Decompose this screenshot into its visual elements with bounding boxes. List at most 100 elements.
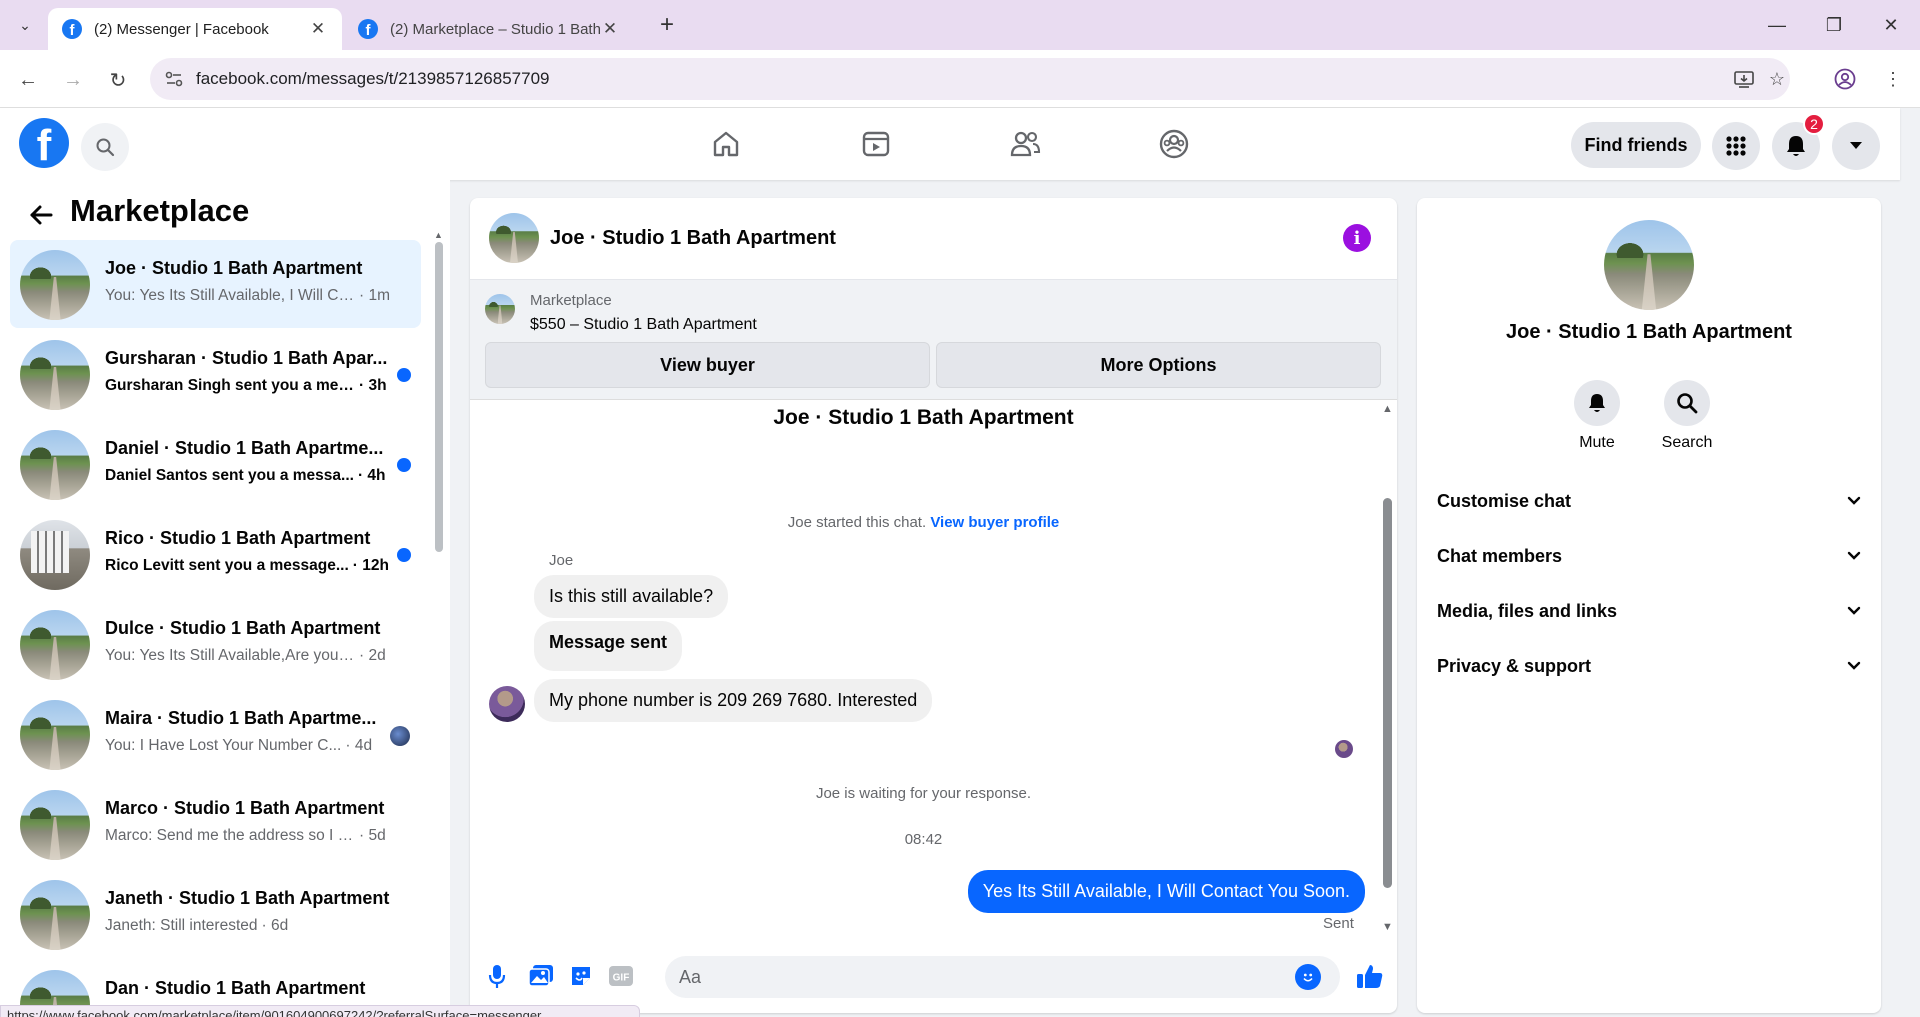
preview-time: · 2d [359,647,386,664]
sticker-icon[interactable] [567,962,595,990]
facebook-favicon-icon: f [62,19,82,39]
conversation-name: Marco · Studio 1 Bath Apartment [105,798,385,818]
scroll-down-arrow-icon[interactable]: ▼ [1382,921,1393,933]
tab-close-icon[interactable]: ✕ [308,19,328,39]
chat-title[interactable]: Joe · Studio 1 Bath Apartment [550,227,836,250]
chat-info-panel: Joe · Studio 1 Bath Apartment Mute Searc… [1417,198,1881,1013]
chat-members-section[interactable]: Chat members [1437,536,1861,576]
view-buyer-button[interactable]: View buyer [485,342,930,388]
tab-marketplace[interactable]: f (2) Marketplace – Studio 1 Bath ✕ [344,8,634,50]
nav-video[interactable] [851,120,901,168]
conversation-name: Dulce · Studio 1 Bath Apartment [105,618,381,638]
listing-thumbnail[interactable] [485,294,515,324]
thumbs-up-icon[interactable] [1355,962,1385,990]
chat-avatar[interactable] [489,213,539,263]
url-text: facebook.com/messages/t/2139857126857709 [196,69,550,88]
section-label: Privacy & support [1437,655,1592,676]
chevron-down-icon [1847,493,1861,509]
message-input[interactable] [679,956,1279,998]
site-info-icon[interactable] [164,69,184,89]
back-button[interactable]: ← [13,65,43,95]
preview-text: Rico Levitt sent you a message... [105,557,349,574]
message-bubble[interactable]: Is this still available? [534,575,729,618]
account-menu-button[interactable] [1832,122,1880,170]
thread-scrollbar[interactable]: ▲ ▼ [1381,403,1393,936]
contact-avatar[interactable] [1604,220,1694,310]
browser-menu-icon[interactable]: ⋮ [1880,66,1906,92]
microphone-icon[interactable] [483,962,511,990]
home-icon [713,131,739,157]
mute-action[interactable]: Mute [1562,380,1632,452]
conversation-item[interactable]: Joe · Studio 1 Bath Apartment You: Yes It… [10,240,421,328]
conversation-avatar [20,520,90,590]
conversation-preview: Janeth: Still interested · 6d [105,917,405,935]
conversation-name: Gursharan · Studio 1 Bath Apar... [105,348,388,368]
conversation-item[interactable]: Gursharan · Studio 1 Bath Apar... Gurshar… [10,330,421,418]
info-icon[interactable]: i [1343,224,1371,252]
more-options-button[interactable]: More Options [936,342,1381,388]
conversation-name: Maira · Studio 1 Bath Apartme... [105,708,377,728]
conversation-preview: Daniel Santos sent you a messa... · 4h [105,467,405,485]
emoji-icon[interactable] [1295,964,1321,990]
nav-home[interactable] [701,120,751,168]
search-icon[interactable] [1664,380,1710,426]
conversation-item[interactable]: Dulce · Studio 1 Bath Apartment You: Yes … [10,600,421,688]
scrollbar-thumb[interactable] [435,242,443,552]
find-friends-button[interactable]: Find friends [1571,122,1701,168]
nav-groups[interactable] [1149,120,1199,168]
preview-time: · 4d [345,737,373,754]
tab-close-icon[interactable]: ✕ [600,19,620,39]
tab-messenger[interactable]: f (2) Messenger | Facebook ✕ [48,8,342,50]
conversation-preview: You: Yes Its Still Available,Are you in.… [105,647,405,665]
gif-icon[interactable]: GIF [607,962,635,990]
scroll-up-arrow-icon[interactable]: ▲ [1382,403,1393,415]
message-composer: GIF [470,943,1397,1013]
conversation-avatar [20,430,90,500]
facebook-logo[interactable]: f [19,118,69,168]
tab-search-dropdown[interactable]: ⌄ [12,13,38,37]
conversation-item[interactable]: Daniel · Studio 1 Bath Apartme... Daniel … [10,420,421,508]
address-bar[interactable]: facebook.com/messages/t/2139857126857709… [150,58,1790,100]
preview-time: · 4h [357,467,386,484]
media-files-links-section[interactable]: Media, files and links [1437,591,1861,631]
conversation-preview: Marco: Send me the address so I c... · 5d [105,827,405,845]
back-arrow-icon[interactable] [26,200,56,230]
friends-icon [1010,131,1041,157]
profile-icon[interactable] [1832,66,1858,92]
customise-chat-section[interactable]: Customise chat [1437,481,1861,521]
search-action[interactable]: Search [1652,380,1722,452]
view-buyer-profile-link[interactable]: View buyer profile [930,514,1059,531]
scrollbar-thumb[interactable] [1383,498,1392,888]
install-app-icon[interactable] [1733,68,1755,90]
photo-icon[interactable] [527,962,555,990]
sender-avatar[interactable] [489,686,525,722]
conversation-item[interactable]: Maira · Studio 1 Bath Apartme... You: I H… [10,690,421,778]
conversation-item[interactable]: Rico · Studio 1 Bath Apartment Rico Levit… [10,510,421,598]
listing-title[interactable]: $550 – Studio 1 Bath Apartment [530,316,757,334]
scroll-up-arrow-icon[interactable]: ▲ [434,230,443,240]
close-window-button[interactable]: ✕ [1868,8,1914,42]
restore-button[interactable]: ❐ [1811,8,1857,42]
reload-button[interactable]: ↻ [103,65,133,95]
outgoing-message-bubble[interactable]: Yes Its Still Available, I Will Contact … [967,870,1365,913]
bookmark-star-icon[interactable]: ☆ [1766,68,1788,90]
message-bubble[interactable]: Message sent [534,621,683,671]
message-bubble[interactable]: My phone number is 209 269 7680. Interes… [534,679,933,722]
conversation-item[interactable]: Marco · Studio 1 Bath Apartment Marco: Se… [10,780,421,868]
bell-icon[interactable] [1574,380,1620,426]
nav-friends[interactable] [1000,120,1050,168]
contact-name: Joe · Studio 1 Bath Apartment [1506,321,1792,343]
menu-grid-button[interactable] [1712,122,1760,170]
minimize-button[interactable]: — [1754,8,1800,42]
unread-dot [397,548,411,562]
conversation-preview: Rico Levitt sent you a message... · 12h [105,557,405,575]
privacy-support-section[interactable]: Privacy & support [1437,646,1861,686]
preview-time: · 6d [261,917,289,934]
search-button[interactable] [81,123,129,171]
grid-menu-icon [1726,136,1746,156]
conversation-item[interactable]: Janeth · Studio 1 Bath Apartment Janeth: … [10,870,421,958]
forward-button[interactable]: → [58,65,88,95]
sidebar-scrollbar[interactable]: ▲ [434,230,444,1017]
preview-text: Marco: Send me the address so I c... [105,827,355,844]
new-tab-button[interactable]: + [652,10,682,40]
